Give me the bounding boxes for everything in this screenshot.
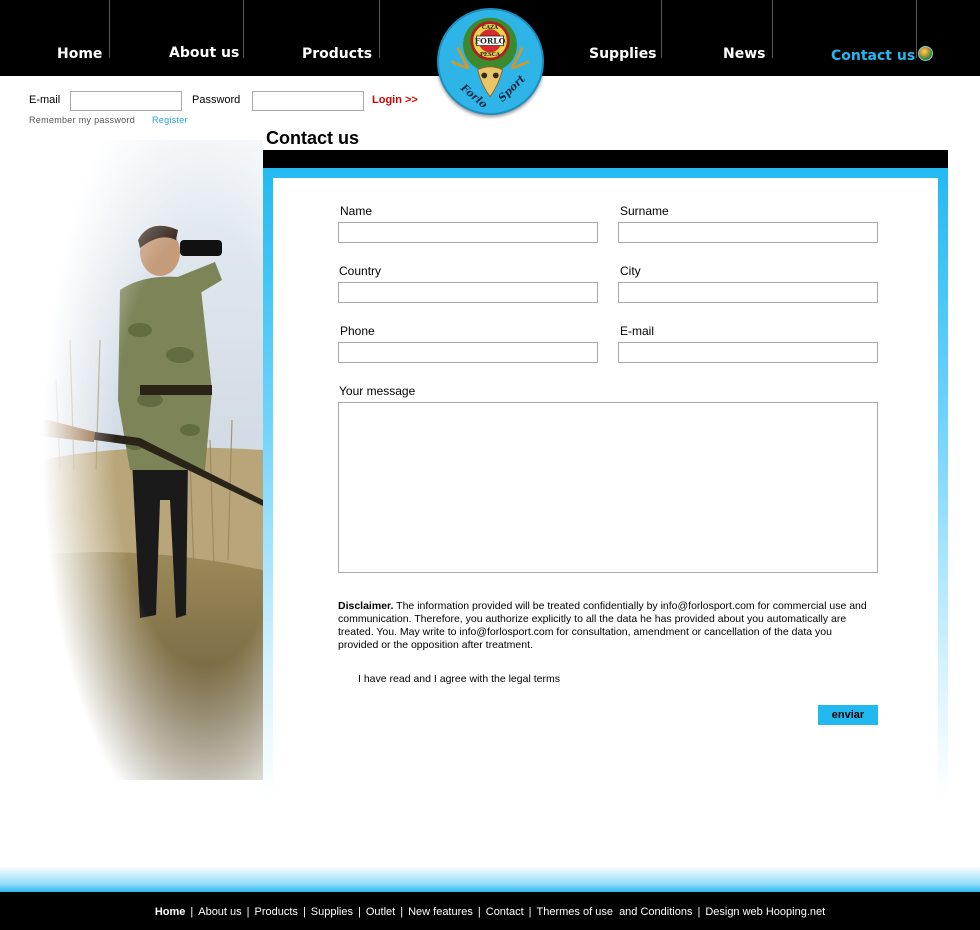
disclaimer-text: The information provided will be treated… <box>338 600 867 651</box>
country-input[interactable] <box>338 282 598 303</box>
footer-link-supplies[interactable]: Supplies <box>311 906 353 918</box>
legal-terms-label: I have read and I agree with the legal t… <box>358 673 560 685</box>
login-email-input[interactable] <box>70 91 182 111</box>
hunter-photo <box>0 140 263 780</box>
footer-link-new-features[interactable]: New features <box>408 906 473 918</box>
logo-script-right: Sport <box>496 73 528 105</box>
login-password-input[interactable] <box>252 91 364 111</box>
footer-separator: | <box>246 906 250 918</box>
nav-item-news[interactable]: News <box>723 46 765 62</box>
footer-link-about-us[interactable]: About us <box>198 906 241 918</box>
email-input[interactable] <box>618 342 878 363</box>
logo-emblem: FORLO CAZA PESCA Forlo Sport <box>451 17 530 111</box>
logo-top-text: CAZA <box>482 25 499 31</box>
logo-bottom-text: PESCA <box>480 52 501 58</box>
footer-link-outlet[interactable]: Outlet <box>366 906 395 918</box>
footer-link-home[interactable]: Home <box>155 906 186 918</box>
page-title: Contact us <box>266 128 360 148</box>
nav-item-products[interactable]: Products <box>302 46 372 62</box>
footer-separator: | <box>400 906 404 918</box>
footer-separator: | <box>528 906 532 918</box>
footer-separator: | <box>190 906 194 918</box>
city-input[interactable] <box>618 282 878 303</box>
name-input[interactable] <box>338 222 598 243</box>
nav-divider <box>661 0 662 58</box>
surname-input[interactable] <box>618 222 878 243</box>
disclaimer: Disclaimer. The information provided wil… <box>338 600 868 652</box>
nav-item-contact-us[interactable]: Contact us <box>831 46 934 64</box>
forlo-sport-logo[interactable]: FORLO CAZA PESCA Forlo Sport <box>437 8 544 115</box>
footer-links: Home | About us | Products | Supplies | Outlet | N… <box>0 906 980 918</box>
nav-divider <box>772 0 773 58</box>
globe-icon <box>918 46 934 61</box>
title-bar <box>263 150 948 168</box>
nav-divider <box>109 0 110 58</box>
remember-password-text[interactable]: Remember my password <box>29 115 135 125</box>
nav-item-supplies[interactable]: Supplies <box>589 46 657 62</box>
email-label: E-mail <box>620 324 655 338</box>
footer-glow <box>0 866 980 892</box>
phone-label: Phone <box>340 324 375 338</box>
footer-separator: | <box>358 906 361 918</box>
footer-link-products[interactable]: Products <box>255 906 298 918</box>
footer-separator: | <box>697 906 701 918</box>
register-link[interactable]: Register <box>152 115 188 125</box>
nav-item-home[interactable]: Home <box>57 46 102 62</box>
country-label: Country <box>339 264 382 278</box>
logo-center-text: FORLO <box>475 37 506 46</box>
footer-link-contact[interactable]: Contact <box>486 906 524 918</box>
name-label: Name <box>340 204 373 218</box>
surname-label: Surname <box>620 204 669 218</box>
footer-separator: | <box>477 906 481 918</box>
login-email-label: E-mail <box>29 94 61 106</box>
nav-divider <box>379 0 380 58</box>
message-textarea[interactable] <box>338 402 878 573</box>
footer-link-terms[interactable]: Thermes of use and Conditions <box>537 906 693 918</box>
login-link[interactable]: Login >> <box>372 94 418 106</box>
message-label: Your message <box>339 384 416 398</box>
footer-separator: | <box>302 906 306 918</box>
login-password-label: Password <box>192 94 241 106</box>
disclaimer-heading: Disclaimer. <box>338 600 394 612</box>
send-button[interactable]: enviar <box>818 705 878 725</box>
footer-link-design[interactable]: Design web Hooping.net <box>705 906 825 918</box>
phone-input[interactable] <box>338 342 598 363</box>
city-label: City <box>620 264 641 278</box>
nav-divider <box>243 0 244 58</box>
nav-item-contact-us-label: Contact us <box>831 48 916 64</box>
nav-item-about-us[interactable]: About us <box>169 45 239 61</box>
